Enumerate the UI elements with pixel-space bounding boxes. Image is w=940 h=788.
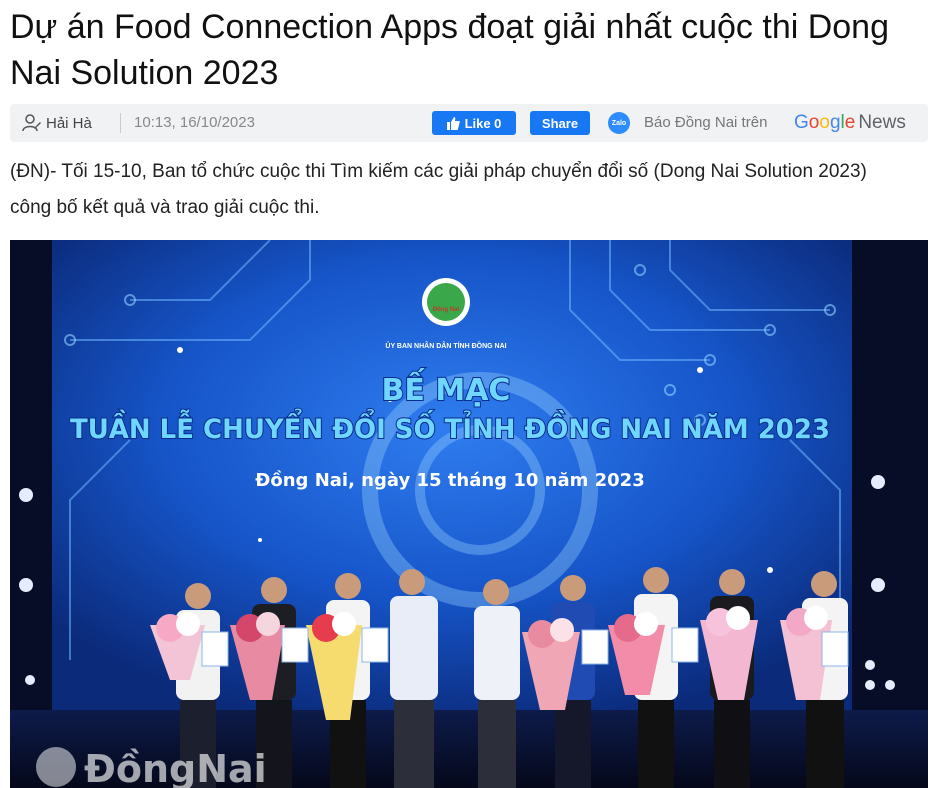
logo-text: Đồng Nai [433, 307, 460, 313]
article-photo[interactable]: Đồng Nai ỦY BAN NHÂN DÂN TỈNH ĐỒNG NAI B… [10, 240, 928, 788]
zalo-share-icon[interactable]: Zalo [608, 112, 630, 134]
dong-nai-logo: Đồng Nai [422, 278, 470, 326]
article-title: Dự án Food Connection Apps đoạt giải nhấ… [10, 8, 890, 92]
facebook-like-button[interactable]: Like 0 [432, 111, 516, 135]
google-news-prefix[interactable]: Báo Đồng Nai trên [644, 104, 767, 142]
photo-scene: Đồng Nai ỦY BAN NHÂN DÂN TỈNH ĐỒNG NAI B… [10, 240, 928, 788]
google-news-link[interactable]: Google News [794, 104, 906, 142]
article-meta-bar: Hải Hà 10:13, 16/10/2023 Like 0 Share Za… [10, 104, 928, 142]
watermark-text: ĐồngNai [84, 747, 267, 788]
headline-close: BẾ MẠC [382, 368, 511, 408]
user-icon [22, 114, 41, 132]
facebook-share-button[interactable]: Share [530, 111, 590, 135]
thumbs-up-icon [446, 116, 460, 130]
meta-divider [120, 113, 121, 133]
headline-date: Đồng Nai, ngày 15 tháng 10 năm 2023 [255, 470, 644, 491]
google-news-suffix: News [858, 112, 906, 133]
author-name[interactable]: Hải Hà [46, 115, 92, 132]
author[interactable]: Hải Hà [22, 104, 92, 142]
like-label: Like 0 [464, 115, 502, 131]
publish-time: 10:13, 16/10/2023 [134, 114, 255, 131]
zalo-label: Zalo [611, 119, 627, 127]
article-lead: (ĐN)- Tối 15-10, Ban tổ chức cuộc thi Tì… [10, 161, 867, 218]
